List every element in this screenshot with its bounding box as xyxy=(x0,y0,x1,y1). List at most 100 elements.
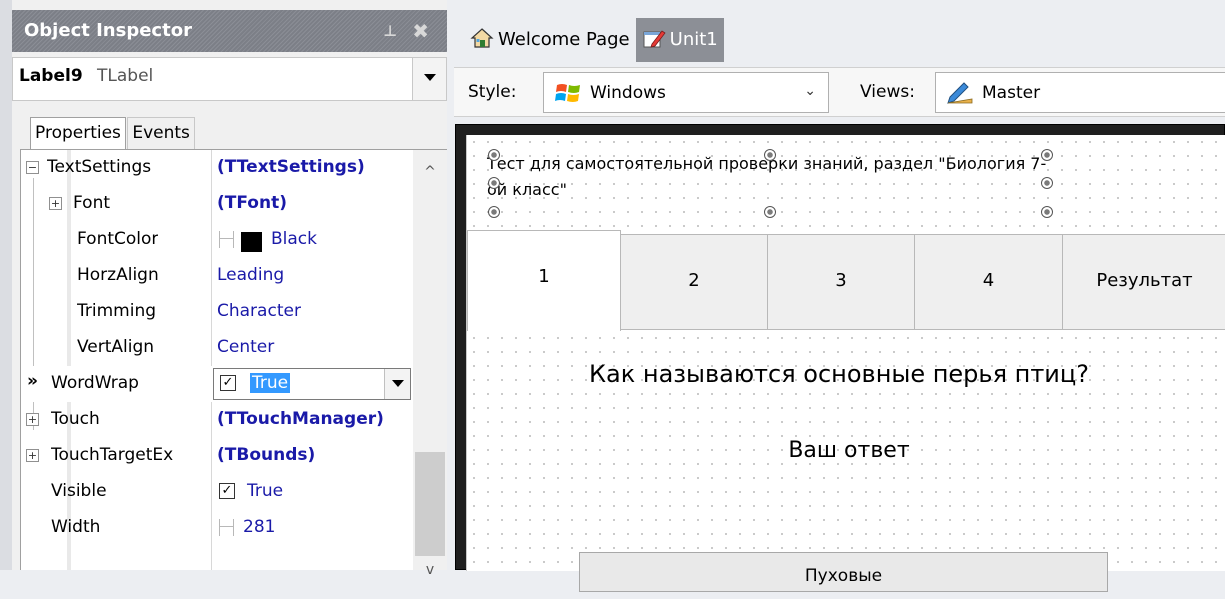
selection-handle[interactable] xyxy=(764,206,776,218)
views-value: Master xyxy=(982,83,1041,103)
tab-label: Welcome Page xyxy=(498,29,630,50)
style-label: Style: xyxy=(468,82,517,102)
pen-ruler-icon xyxy=(947,82,973,104)
property-row-width[interactable]: Width 281 xyxy=(21,510,414,546)
expand-icon[interactable]: + xyxy=(26,449,39,462)
views-label: Views: xyxy=(860,82,915,102)
wordwrap-editor[interactable]: ✓ True xyxy=(213,368,411,400)
property-row-touchtargetexpansion[interactable]: + TouchTargetEx (TBounds) xyxy=(21,438,414,474)
selection-handle[interactable] xyxy=(488,206,500,218)
property-name: Font xyxy=(73,193,111,213)
tab-1[interactable]: 1 xyxy=(467,230,621,331)
component-selector[interactable]: Label9 TLabel xyxy=(12,57,447,101)
property-value: (TBounds) xyxy=(217,445,316,465)
inspector-title-bar[interactable]: Object Inspector ⊥ ✖ xyxy=(12,10,447,52)
property-row-horzalign[interactable]: HorzAlign Leading xyxy=(21,258,414,294)
tab-3[interactable]: 3 xyxy=(768,234,915,330)
selection-handle[interactable] xyxy=(1041,149,1053,161)
question-label[interactable]: Как называются основные перья птиц? xyxy=(559,360,1119,388)
color-swatch xyxy=(241,232,262,252)
selection-handle[interactable] xyxy=(488,177,500,189)
property-name: VertAlign xyxy=(77,337,155,357)
collapse-icon[interactable]: − xyxy=(26,161,39,174)
property-value: (TTextSettings) xyxy=(217,157,365,177)
close-icon[interactable]: ✖ xyxy=(412,10,429,52)
property-name: Trimming xyxy=(77,301,157,321)
selection-handle[interactable] xyxy=(1041,206,1053,218)
tab-welcome-page[interactable]: Welcome Page xyxy=(464,18,636,62)
property-row-trimming[interactable]: Trimming Character xyxy=(21,294,414,330)
selector-dropdown-button[interactable] xyxy=(412,58,446,100)
tab-control: 1 2 3 4 Результат xyxy=(467,230,1225,331)
answer-label[interactable]: Ваш ответ xyxy=(739,438,959,463)
selection-handle[interactable] xyxy=(1041,177,1053,189)
tab-events[interactable]: Events xyxy=(127,117,195,150)
property-row-touch[interactable]: + Touch (TTouchManager) xyxy=(21,402,414,438)
property-value: 281 xyxy=(243,517,276,537)
views-combo[interactable]: Master xyxy=(935,72,1225,113)
property-row-font[interactable]: + Font (TFont) xyxy=(21,186,414,222)
form-frame: Тест для самостоятельной проверки знаний… xyxy=(455,124,1225,592)
form-canvas[interactable]: Тест для самостоятельной проверки знаний… xyxy=(466,135,1225,592)
windows-logo-icon xyxy=(555,84,580,102)
property-row-visible[interactable]: Visible ✓ True xyxy=(21,474,414,510)
designer-toolbar: Style: Windows ⌄ Views: Master xyxy=(454,67,1225,117)
scroll-thumb[interactable] xyxy=(415,452,445,556)
document-tabs: Welcome Page Unit1 xyxy=(464,18,724,62)
property-value: Center xyxy=(217,337,275,357)
style-value: Windows xyxy=(590,83,666,103)
tab-2[interactable]: 2 xyxy=(621,234,768,330)
tab-result[interactable]: Результат xyxy=(1063,234,1225,330)
property-grid: − TextSettings (TTextSettings) + Font (T… xyxy=(20,150,447,570)
chevron-down-icon xyxy=(423,74,436,81)
tab-properties[interactable]: Properties xyxy=(30,117,126,150)
property-value: Character xyxy=(217,301,301,321)
chevron-down-icon xyxy=(391,380,404,387)
visible-checkbox[interactable]: ✓ xyxy=(219,483,235,499)
property-grid-scrollbar[interactable]: ^ v xyxy=(413,150,447,578)
property-value: (TTouchManager) xyxy=(217,409,384,429)
property-name: Width xyxy=(51,517,101,537)
selected-component-name: Label9 xyxy=(19,66,83,86)
answer-option-button[interactable]: Пуховые xyxy=(579,552,1108,592)
edit-grid-icon xyxy=(219,519,234,536)
property-row-vertalign[interactable]: VertAlign Center xyxy=(21,330,414,366)
property-name: FontColor xyxy=(77,229,159,249)
pin-icon[interactable]: ⊥ xyxy=(383,10,397,52)
form-designer: Welcome Page Unit1 Style: Windows ⌄ View… xyxy=(447,0,1225,592)
tab-4[interactable]: 4 xyxy=(915,234,1063,330)
property-value: True xyxy=(247,481,284,501)
wordwrap-checkbox[interactable]: ✓ xyxy=(220,375,236,391)
property-name: TextSettings xyxy=(47,157,152,177)
property-name: WordWrap xyxy=(51,373,139,393)
property-name: Touch xyxy=(51,409,100,429)
selection-handle[interactable] xyxy=(488,149,500,161)
home-icon xyxy=(470,28,494,48)
property-row-textsettings[interactable]: − TextSettings (TTextSettings) xyxy=(21,150,414,186)
selection-handle[interactable] xyxy=(764,149,776,161)
edit-form-icon xyxy=(643,30,666,48)
wordwrap-value[interactable]: True xyxy=(250,373,291,393)
object-inspector: Object Inspector ⊥ ✖ Label9 TLabel Prope… xyxy=(0,0,447,578)
chevron-down-icon: ⌄ xyxy=(804,83,816,99)
style-combo[interactable]: Windows ⌄ xyxy=(543,72,829,113)
property-value: (TFont) xyxy=(217,193,287,213)
inspector-tabs: Properties Events xyxy=(30,117,195,150)
focus-marker-icon: » xyxy=(27,371,38,391)
scroll-down-icon[interactable]: v xyxy=(413,562,447,578)
property-row-fontcolor[interactable]: FontColor Black xyxy=(21,222,414,258)
dock-gutter xyxy=(0,0,12,570)
inspector-title: Object Inspector xyxy=(24,20,192,41)
expand-icon[interactable]: + xyxy=(49,197,62,210)
property-name: TouchTargetEx xyxy=(51,445,174,465)
property-value: Leading xyxy=(217,265,285,285)
scroll-up-icon[interactable]: ^ xyxy=(413,164,447,180)
property-name: HorzAlign xyxy=(77,265,159,285)
wordwrap-dropdown-button[interactable] xyxy=(384,369,410,399)
edit-grid-icon xyxy=(219,231,234,248)
property-row-wordwrap[interactable]: » WordWrap ✓ True xyxy=(21,366,414,402)
tab-label: Unit1 xyxy=(669,29,718,50)
tab-unit1[interactable]: Unit1 xyxy=(635,18,724,62)
expand-icon[interactable]: + xyxy=(26,413,39,426)
property-name: Visible xyxy=(51,481,107,501)
